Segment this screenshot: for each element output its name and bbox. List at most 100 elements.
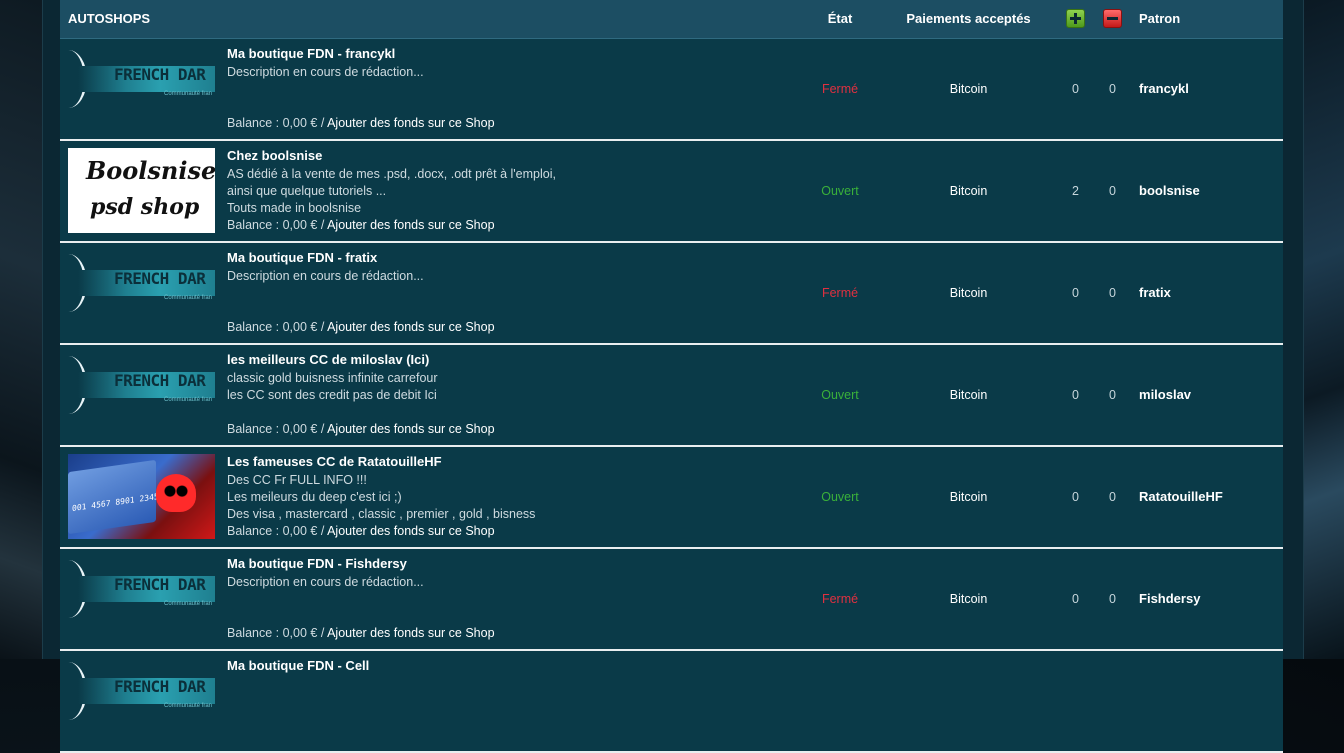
logo-text: FRENCH DAR [114,677,206,696]
add-funds-link[interactable]: Ajouter des fonds sur ce Shop [327,116,494,130]
plus-votes-count: 0 [1072,387,1079,402]
payment-method: Bitcoin [949,489,988,504]
table-row: 001 4567 8901 2345 Les fameuses CC de Rat… [60,445,1284,548]
shop-logo[interactable]: 001 4567 8901 2345 [68,454,215,539]
shop-patron[interactable]: miloslav [1131,344,1283,446]
shop-state: Ouvert [821,489,859,504]
table-row: FRENCH DAR Communauté fran Ma boutique FDN… [60,547,1284,650]
shop-logo[interactable]: FRENCH DAR Communauté fran [68,658,215,743]
add-funds-link[interactable]: Ajouter des fonds sur ce Shop [327,524,494,538]
payment-method [880,650,1057,752]
shop-description: Description en cours de rédaction... [227,574,424,591]
skull-icon [156,474,196,512]
shop-info: Chez boolsnise AS dédié à la vente de mes… [227,141,800,241]
shop-patron[interactable]: boolsnise [1131,140,1283,242]
description-line: classic gold buisness infinite carrefour [227,370,438,385]
shop-logo-cell: Boolsnise psd shop [60,140,215,242]
plus-votes-count: 0 [1072,591,1079,606]
description-line: Description en cours de rédaction... [227,574,424,589]
shop-title-link[interactable]: Ma boutique FDN - francykl [227,46,395,61]
balance-label: Balance : 0,00 € / [227,319,328,334]
logo-text-line-1: Boolsnise [86,156,215,185]
payment-method: Bitcoin [949,81,988,96]
minus-votes-count: 0 [1109,591,1116,606]
shop-patron[interactable]: francykl [1131,38,1283,140]
plus-column-header[interactable] [1057,0,1095,39]
table-row: FRENCH DAR Communauté fran Ma boutique FDN… [60,38,1284,140]
logo-subtext: Communauté fran [164,601,213,607]
shop-title-link[interactable]: les meilleurs CC de miloslav (Ici) [227,352,429,367]
shop-logo-cell: FRENCH DAR Communauté fran [60,548,215,650]
description-line: ainsi que quelque tutoriels ... [227,183,387,198]
shop-logo-cell: 001 4567 8901 2345 [60,446,215,548]
minus-icon[interactable] [1103,8,1123,28]
table-row: Boolsnise psd shop Chez boolsnise AS dédié … [60,139,1284,242]
logo-subtext: Communauté fran [164,397,213,403]
logo-subtext: Communauté fran [164,703,213,709]
shop-title-link[interactable]: Ma boutique FDN - fratix [227,250,377,265]
shop-info-cell: Chez boolsnise AS dédié à la vente de mes… [215,140,800,242]
description-line: Des CC Fr FULL INFO !!! [227,472,367,487]
shop-title-link[interactable]: Ma boutique FDN - Cell [227,658,369,673]
add-funds-link[interactable]: Ajouter des fonds sur ce Shop [327,218,494,232]
plus-votes-count: 2 [1072,183,1079,198]
description-line: AS dédié à la vente de mes .psd, .docx, … [227,166,556,181]
add-funds-link[interactable]: Ajouter des fonds sur ce Shop [327,320,494,334]
shop-info: Les fameuses CC de RatatouilleHF Des CC F… [227,447,800,547]
shop-logo[interactable]: FRENCH DAR Communauté fran [68,46,215,131]
shop-logo-cell: FRENCH DAR Communauté fran [60,650,215,752]
minus-votes-count: 0 [1109,387,1116,402]
shop-info: Ma boutique FDN - francykl Description en… [227,39,800,139]
description-line: Touts made in boolsnise [227,200,362,215]
shop-info-cell: Ma boutique FDN - francykl Description en… [215,38,800,140]
balance-label: Balance : 0,00 € / [227,625,328,640]
shop-logo[interactable]: Boolsnise psd shop [68,148,215,233]
shop-logo-cell: FRENCH DAR Communauté fran [60,344,215,446]
shop-description: Des CC Fr FULL INFO !!! Les meileurs du d… [227,472,535,523]
shop-info-cell: les meilleurs CC de miloslav (Ici) classi… [215,344,800,446]
shop-state: Fermé [821,591,859,606]
shop-balance: Balance : 0,00 € / Ajouter des fonds sur… [227,116,495,130]
shop-description: classic gold buisness infinite carrefour… [227,370,438,404]
payments-column-header: Paiements acceptés [880,0,1058,39]
add-funds-link[interactable]: Ajouter des fonds sur ce Shop [327,626,494,640]
shop-title-link[interactable]: Ma boutique FDN - Fishdersy [227,556,407,571]
patron-column-header: Patron [1131,0,1284,39]
shop-patron[interactable]: RatatouilleHF [1131,446,1283,548]
shop-patron[interactable] [1131,650,1283,752]
plus-votes-count: 0 [1072,81,1079,96]
table-header: AUTOSHOPS État Paiements acceptés Patron [60,0,1284,39]
description-line: Description en cours de rédaction... [227,268,424,283]
minus-votes-count [1094,650,1131,752]
logo-subtext: Communauté fran [164,295,213,301]
logo-text: FRENCH DAR [114,65,206,84]
minus-column-header[interactable] [1094,0,1132,39]
description-line: Description en cours de rédaction... [227,64,424,79]
add-funds-link[interactable]: Ajouter des fonds sur ce Shop [327,422,494,436]
minus-votes-count: 0 [1109,81,1116,96]
shop-title-link[interactable]: Les fameuses CC de RatatouilleHF [227,454,442,469]
logo-text: FRENCH DAR [114,575,206,594]
table-row: FRENCH DAR Communauté fran Ma boutique FDN… [60,241,1284,344]
balance-label: Balance : 0,00 € / [227,523,328,538]
shop-logo[interactable]: FRENCH DAR Communauté fran [68,250,215,335]
logo-text: FRENCH DAR [114,269,206,288]
shop-info: Ma boutique FDN - Fishdersy Description e… [227,549,800,649]
shop-description: AS dédié à la vente de mes .psd, .docx, … [227,166,556,217]
shop-logo[interactable]: FRENCH DAR Communauté fran [68,352,215,437]
balance-label: Balance : 0,00 € / [227,217,328,232]
shop-state: Ouvert [821,387,859,402]
shop-logo[interactable]: FRENCH DAR Communauté fran [68,556,215,641]
shop-patron[interactable]: Fishdersy [1131,548,1283,650]
description-line: Les meileurs du deep c'est ici ;) [227,489,402,504]
shop-balance: Balance : 0,00 € / Ajouter des fonds sur… [227,320,495,334]
shop-title-link[interactable]: Chez boolsnise [227,148,322,163]
plus-icon[interactable] [1066,8,1086,28]
shop-description: Description en cours de rédaction... [227,64,424,81]
logo-text: FRENCH DAR [114,371,206,390]
shop-patron[interactable]: fratix [1131,242,1283,344]
table-row: FRENCH DAR Communauté fran les meilleurs C… [60,343,1284,446]
shop-state: Fermé [821,81,859,96]
background-left-decoration [0,0,42,659]
table-row: FRENCH DAR Communauté fran Ma boutique FDN… [60,649,1284,752]
